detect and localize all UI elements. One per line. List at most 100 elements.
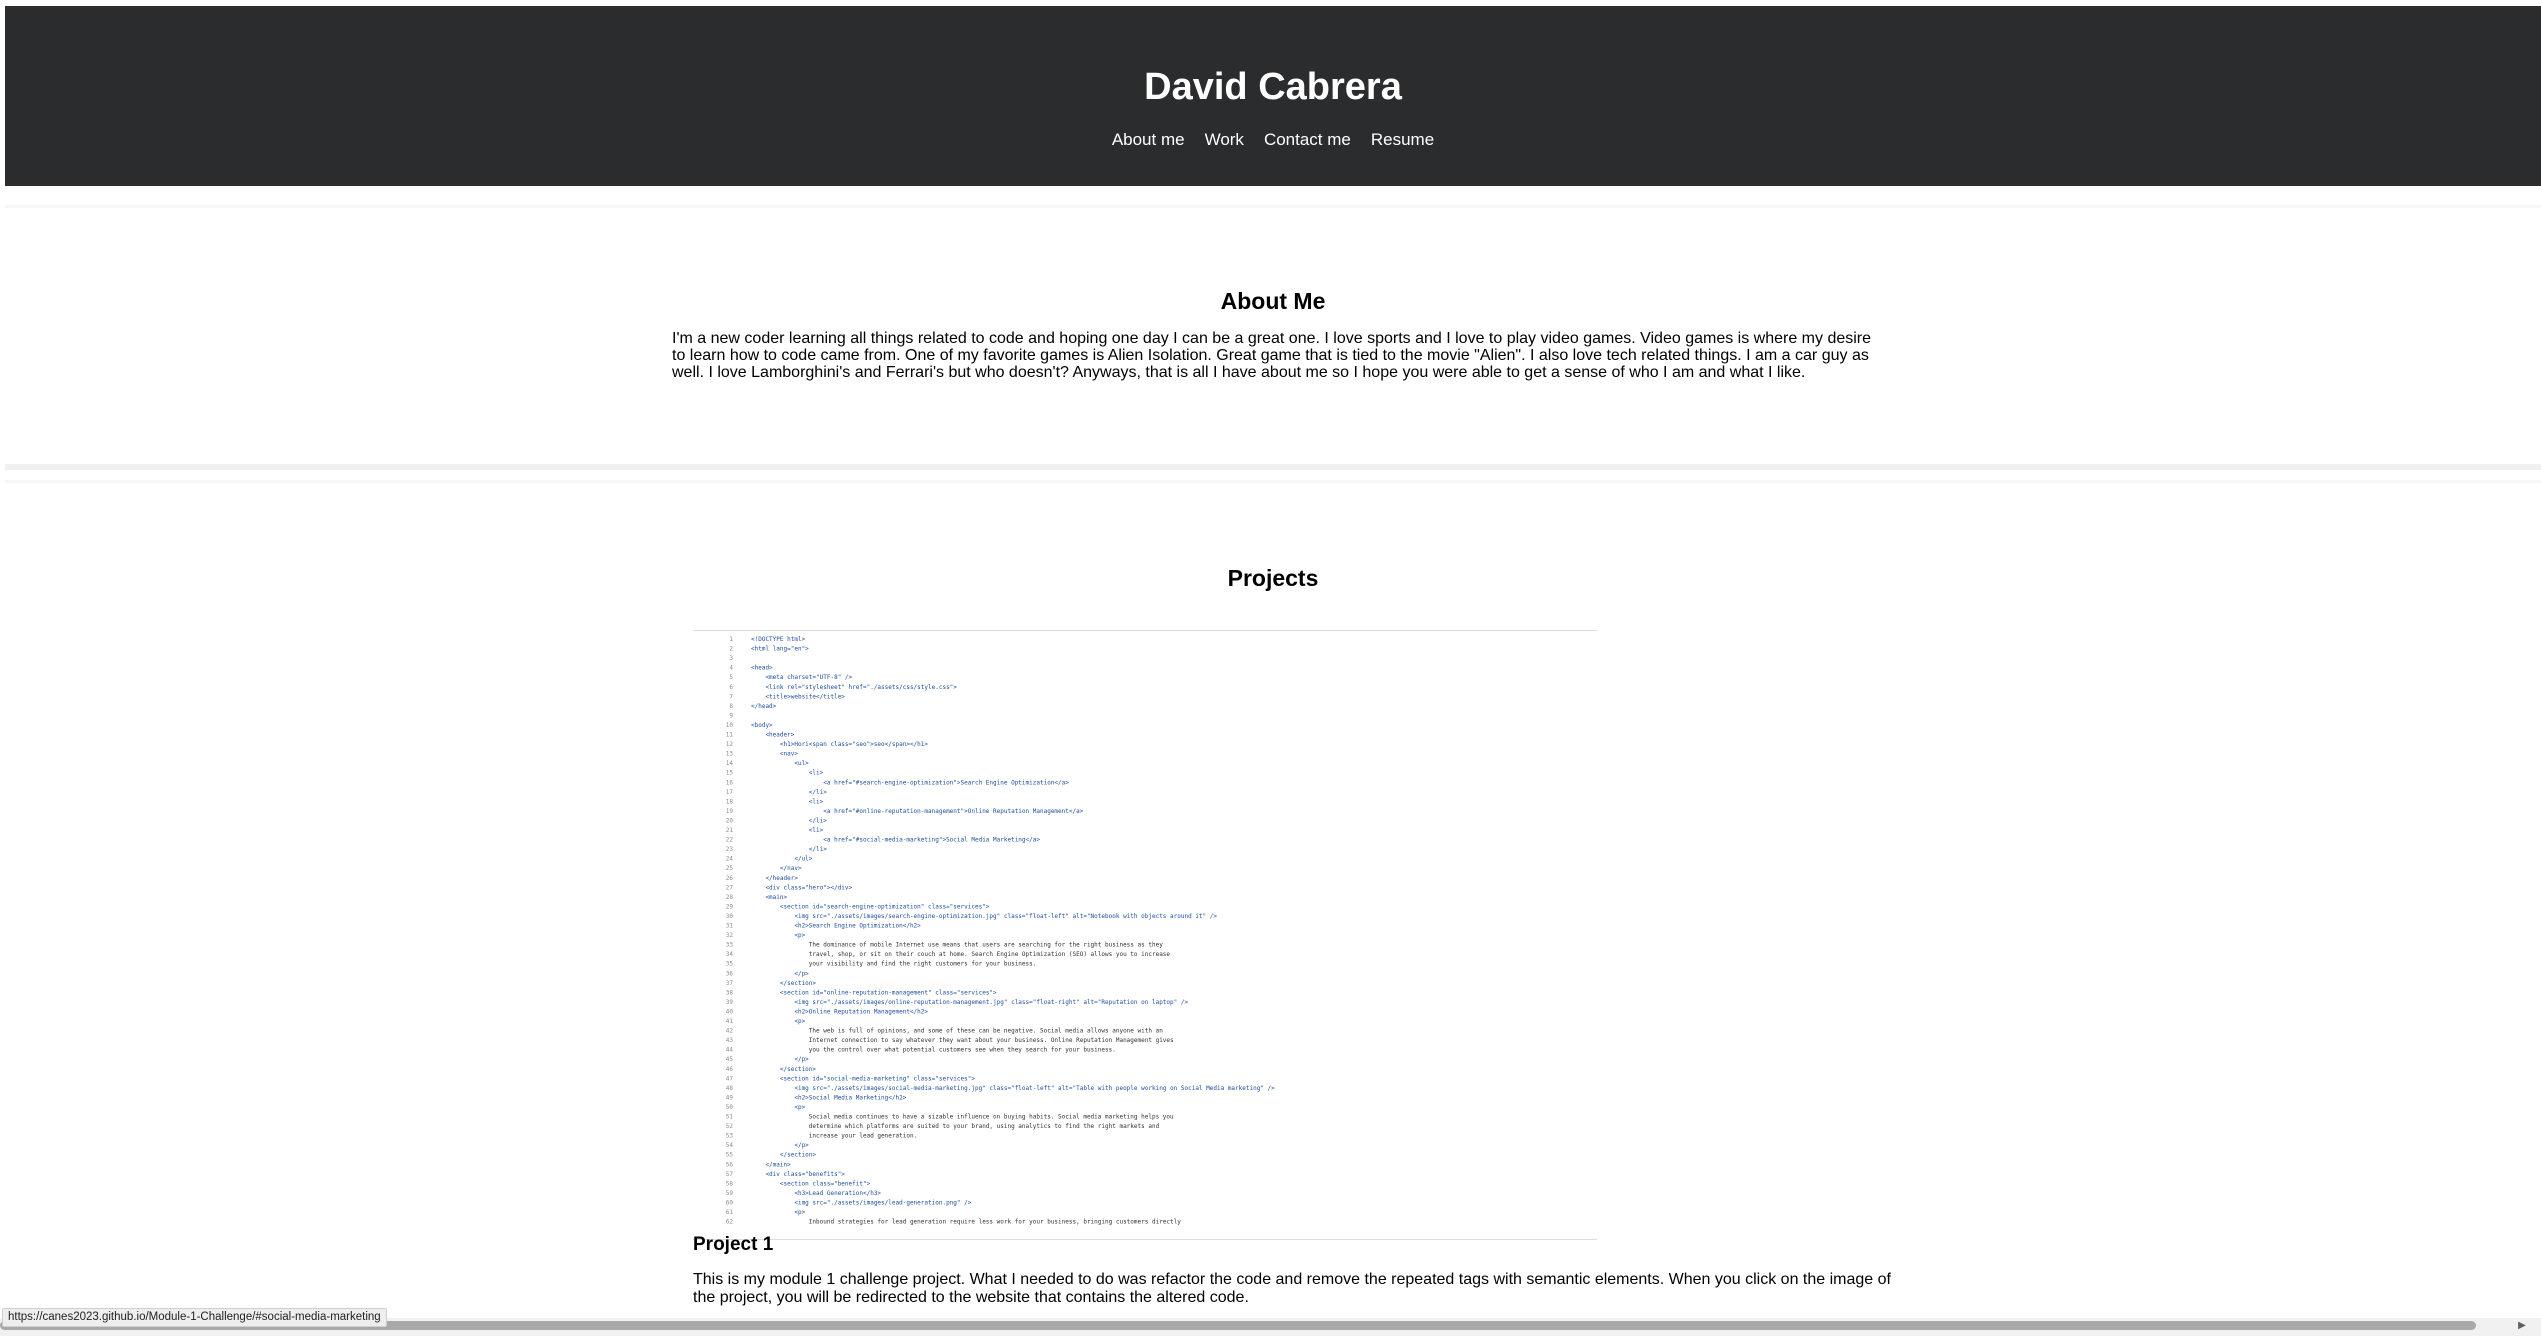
scroll-right-arrow-icon[interactable]: ▶ <box>2515 1318 2529 1334</box>
code-line-number: 1 <box>729 636 733 643</box>
code-line-number: 19 <box>726 808 734 815</box>
code-line-number: 61 <box>726 1209 734 1216</box>
code-line-number: 56 <box>726 1161 734 1168</box>
code-line-number: 60 <box>726 1199 734 1206</box>
code-line-number: 59 <box>726 1190 734 1197</box>
code-line: </main> <box>751 1161 791 1168</box>
code-line-number: 33 <box>726 942 734 949</box>
code-line: <meta charset="UTF-8" /> <box>751 674 853 681</box>
code-line-number: 55 <box>726 1152 734 1159</box>
code-line: <h2>Search Engine Optimization</h2> <box>751 923 921 930</box>
code-line-number: 57 <box>726 1171 734 1178</box>
status-bar-url: https://canes2023.github.io/Module-1-Cha… <box>2 1308 387 1327</box>
code-line-number: 54 <box>726 1142 734 1149</box>
code-line-number: 27 <box>726 884 734 891</box>
code-line: Social media continues to have a sizable… <box>751 1114 1174 1121</box>
code-line-number: 36 <box>726 970 734 977</box>
code-line: <p> <box>751 932 806 939</box>
code-line-number: 13 <box>726 751 734 758</box>
code-line: </section> <box>751 980 816 987</box>
code-line: </p> <box>751 970 809 977</box>
code-line-number: 22 <box>726 837 734 844</box>
code-line: <body> <box>751 722 773 729</box>
code-line: you the control over what potential cust… <box>751 1047 1116 1054</box>
code-line-number: 42 <box>726 1028 734 1035</box>
code-line: <ul> <box>751 760 809 767</box>
code-line: your visibility and find the right custo… <box>751 961 1036 968</box>
code-line: <title>website</title> <box>751 693 845 700</box>
code-line: travel, shop, or sit on their couch at h… <box>751 951 1170 958</box>
code-line: </section> <box>751 1066 816 1073</box>
code-line-number: 25 <box>726 865 734 872</box>
code-line-number: 15 <box>726 770 734 777</box>
code-line-number: 31 <box>726 923 734 930</box>
code-line-number: 41 <box>726 1018 734 1025</box>
code-line: <section class="benefit"> <box>751 1180 871 1187</box>
code-line-number: 37 <box>726 980 734 987</box>
project-1-image-link[interactable]: 1 <!DOCTYPE html> 2 <html lang="en"> 3 4 <head… <box>693 630 1597 1240</box>
code-line-number: 44 <box>726 1047 734 1054</box>
code-line: <img src="./assets/images/social-media-m… <box>751 1085 1275 1092</box>
code-line: determine which platforms are suited to … <box>751 1123 1160 1130</box>
code-line: <section id="social-media-marketing" cla… <box>751 1075 975 1082</box>
code-line: </section> <box>751 1152 816 1159</box>
page: David Cabrera About me Work Contact me R… <box>5 6 2541 1328</box>
code-line: <a href="#social-media-marketing">Social… <box>751 837 1040 844</box>
code-line: </ul> <box>751 856 813 863</box>
code-line-number: 10 <box>726 722 734 729</box>
code-line: </p> <box>751 1056 809 1063</box>
code-line: Internet connection to say whatever they… <box>751 1037 1174 1044</box>
code-line-number: 23 <box>726 846 734 853</box>
project-1-code-screenshot: 1 <!DOCTYPE html>2 <html lang="en">34 <head… <box>726 636 1275 1226</box>
code-line: <img src="./assets/images/online-reputat… <box>751 999 1188 1006</box>
nav-link-resume[interactable]: Resume <box>1371 128 1434 152</box>
code-line-number: 28 <box>726 894 734 901</box>
projects-heading: Projects <box>1227 565 1319 591</box>
nav-link-about-me[interactable]: About me <box>1112 128 1185 152</box>
code-line-number: 16 <box>726 779 734 786</box>
code-line-number: 17 <box>726 789 734 796</box>
code-line: <li> <box>751 798 824 805</box>
code-line-number: 12 <box>726 741 734 748</box>
code-line-number: 20 <box>726 817 734 824</box>
code-line-number: 58 <box>726 1180 734 1187</box>
code-line: <a href="#online-reputation-management">… <box>751 808 1084 815</box>
code-line: </p> <box>751 1142 809 1149</box>
code-line: </nav> <box>751 865 802 872</box>
code-line-number: 51 <box>726 1114 734 1121</box>
code-line-number: 3 <box>729 655 733 662</box>
code-line-number: 40 <box>726 1008 734 1015</box>
nav-link-contact-me[interactable]: Contact me <box>1264 128 1351 152</box>
code-line-number: 29 <box>726 903 734 910</box>
code-line: <head> <box>751 665 773 672</box>
section-divider-middle-light <box>5 480 2541 483</box>
code-line: </li> <box>751 817 827 824</box>
code-line-number: 52 <box>726 1123 734 1130</box>
code-line-number: 30 <box>726 913 734 920</box>
section-divider-top <box>5 205 2541 208</box>
code-line-number: 5 <box>729 674 733 681</box>
code-line-number: 53 <box>726 1133 734 1140</box>
code-line-number: 26 <box>726 875 734 882</box>
code-line: <html lang="en"> <box>751 646 809 653</box>
code-line-number: 47 <box>726 1075 734 1082</box>
code-line: <h2>Social Media Marketing</h2> <box>751 1094 907 1101</box>
site-title: David Cabrera <box>1144 66 1402 108</box>
code-line: </li> <box>751 846 827 853</box>
code-line: <li> <box>751 827 824 834</box>
code-line-number: 32 <box>726 932 734 939</box>
code-line-number: 2 <box>729 646 733 653</box>
code-line-number: 35 <box>726 961 734 968</box>
code-line: <img src="./assets/images/lead-generatio… <box>751 1199 972 1206</box>
nav-link-work[interactable]: Work <box>1205 128 1244 152</box>
code-line-number: 21 <box>726 827 734 834</box>
code-line-number: 48 <box>726 1085 734 1092</box>
project-1-description: This is my module 1 challenge project. W… <box>693 1271 1891 1306</box>
code-line-number: 4 <box>729 665 733 672</box>
code-line-number: 7 <box>729 693 733 700</box>
code-line: increase your lead generation. <box>751 1133 917 1140</box>
code-line: <p> <box>751 1209 806 1216</box>
section-divider-middle <box>5 464 2541 470</box>
code-line: <img src="./assets/images/search-engine-… <box>751 913 1217 920</box>
code-line: <div class="hero"></div> <box>751 884 853 891</box>
